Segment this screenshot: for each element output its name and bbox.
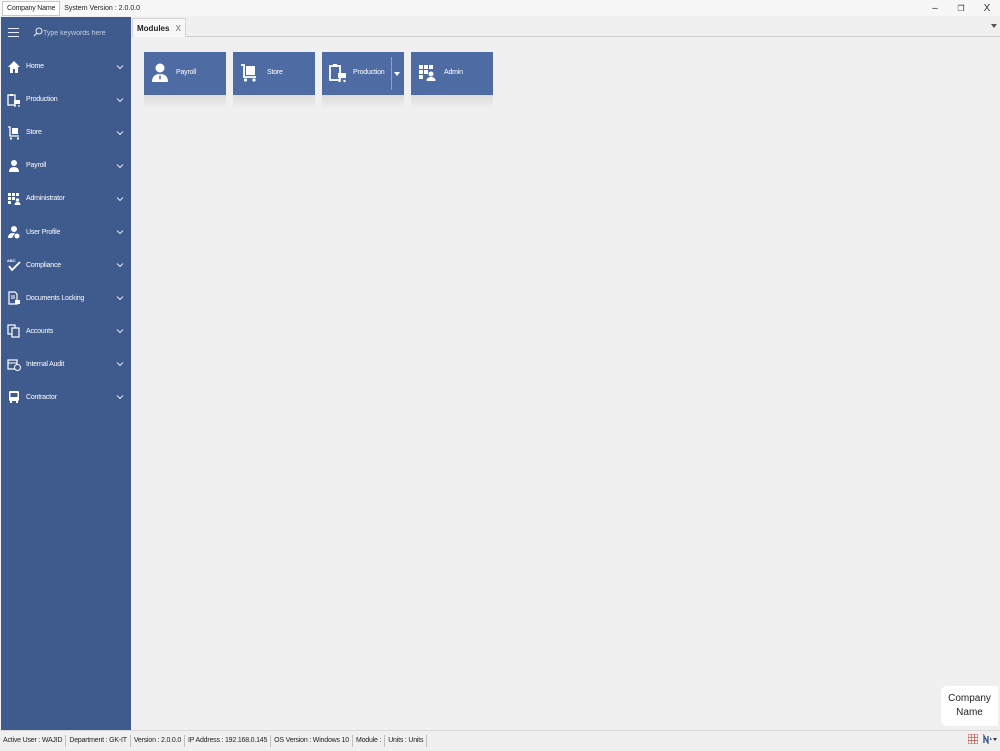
chevron-down-icon[interactable] (116, 393, 124, 401)
sidebar-search-row (1, 17, 131, 50)
chevron-down-icon[interactable] (116, 129, 124, 137)
status-active-user: Active User : WAJID (0, 735, 67, 747)
sidebar-item-store[interactable]: Store (1, 116, 131, 149)
chevron-down-icon[interactable] (116, 162, 124, 170)
sidebar-item-label: Home (26, 63, 44, 71)
window-controls: – ❐ X (922, 0, 1000, 16)
sidebar-item-compliance[interactable]: ABC Compliance (1, 249, 131, 282)
restore-button[interactable]: ❐ (948, 0, 974, 16)
network-status-icon[interactable] (983, 734, 997, 744)
tile-label: Admin (444, 69, 463, 76)
company-brand-card: Company Name (941, 686, 998, 726)
chevron-down-icon[interactable] (116, 228, 124, 236)
sidebar-item-label: User Profile (26, 228, 61, 236)
abc-check-icon: ABC (7, 258, 21, 272)
brand-line-2: Name (956, 707, 983, 718)
chevron-down-icon[interactable] (116, 63, 124, 71)
sidebar-item-internal-audit[interactable]: Internal Audit (1, 348, 131, 381)
sidebar-item-payroll[interactable]: Payroll (1, 149, 131, 182)
status-units: Units : Units (385, 735, 428, 747)
tab-close-button[interactable]: X (175, 24, 180, 33)
sidebar-item-user-profile[interactable]: User Profile (1, 215, 131, 248)
bus-icon (9, 391, 19, 404)
status-os-version: OS Version : Windows 10 (271, 735, 353, 747)
status-bar: Active User : WAJID Department : GK-IT V… (0, 730, 1000, 751)
status-version: Version : 2.0.0.0 (131, 735, 186, 747)
minimize-button[interactable]: – (922, 0, 948, 16)
tile-label: Store (267, 69, 283, 76)
status-ip-address: IP Address : 192.168.0.145 (185, 735, 272, 747)
sidebar: Home Production Store Payroll (1, 17, 131, 730)
svg-text:ABC: ABC (7, 258, 16, 263)
chevron-down-icon[interactable] (116, 261, 124, 269)
sidebar-item-label: Store (26, 129, 42, 137)
copy-documents-icon (7, 324, 20, 338)
tile-store[interactable]: Store (233, 52, 315, 109)
sidebar-item-label: Compliance (26, 261, 61, 269)
tile-payroll[interactable]: Payroll (144, 52, 226, 109)
sidebar-item-label: Accounts (26, 327, 54, 335)
hamburger-menu-icon[interactable] (8, 28, 19, 37)
grid-user-icon (419, 65, 436, 81)
tile-production[interactable]: Production (322, 52, 404, 109)
tile-label: Production (353, 69, 385, 76)
search-icon (33, 27, 43, 37)
tile-reflection (322, 95, 404, 109)
sidebar-item-accounts[interactable]: Accounts (1, 315, 131, 348)
user-icon (9, 159, 19, 172)
status-tray (968, 734, 997, 744)
tab-label: Modules (137, 23, 170, 33)
home-icon (8, 60, 20, 73)
clipboard-cart-icon (329, 64, 346, 83)
clipboard-cart-icon (7, 93, 20, 107)
calculator-grid-icon[interactable] (968, 734, 978, 744)
sidebar-item-label: Contractor (26, 393, 57, 401)
sidebar-item-label: Administrator (26, 195, 65, 203)
chevron-down-icon[interactable] (116, 294, 124, 302)
status-department: Department : GK-IT (66, 735, 131, 747)
title-bar: Company Name System Version : 2.0.0.0 – … (0, 0, 1000, 16)
chevron-down-icon[interactable] (116, 327, 124, 335)
audit-clock-icon (7, 359, 21, 372)
split-divider (391, 57, 392, 90)
tile-label: Payroll (176, 69, 196, 76)
cart-icon (241, 64, 256, 82)
tab-modules[interactable]: Modules X (132, 18, 186, 37)
chevron-down-icon[interactable] (394, 72, 400, 76)
sidebar-item-label: Documents Locking (26, 294, 85, 302)
status-module: Module : (353, 735, 386, 747)
user-edit-icon (8, 226, 20, 239)
document-lock-icon (8, 291, 20, 305)
search-input[interactable] (43, 27, 123, 39)
sidebar-item-production[interactable]: Production (1, 83, 131, 116)
chevron-down-icon[interactable] (116, 96, 124, 104)
user-icon (152, 63, 168, 82)
sidebar-item-home[interactable]: Home (1, 50, 131, 83)
tile-reflection (411, 95, 493, 109)
cart-icon (8, 126, 20, 140)
brand-line-1: Company (948, 693, 991, 704)
sidebar-item-administrator[interactable]: Administrator (1, 182, 131, 215)
chevron-down-icon[interactable] (116, 360, 124, 368)
tile-reflection (144, 95, 226, 109)
system-version: System Version : 2.0.0.0 (64, 4, 141, 12)
close-button[interactable]: X (974, 0, 1000, 16)
grid-user-icon (8, 192, 21, 205)
sidebar-item-label: Internal Audit (26, 360, 65, 368)
chevron-down-icon[interactable] (116, 195, 124, 203)
tile-admin[interactable]: Admin (411, 52, 493, 109)
company-name-tag: Company Name (2, 0, 61, 16)
sidebar-item-documents-locking[interactable]: Documents Locking (1, 282, 131, 315)
tab-bar: Modules X (131, 17, 1000, 37)
tab-list-dropdown-icon[interactable] (991, 24, 997, 28)
tile-reflection (233, 95, 315, 109)
sidebar-item-contractor[interactable]: Contractor (1, 381, 131, 414)
sidebar-item-label: Production (26, 96, 58, 104)
sidebar-item-label: Payroll (26, 162, 46, 170)
